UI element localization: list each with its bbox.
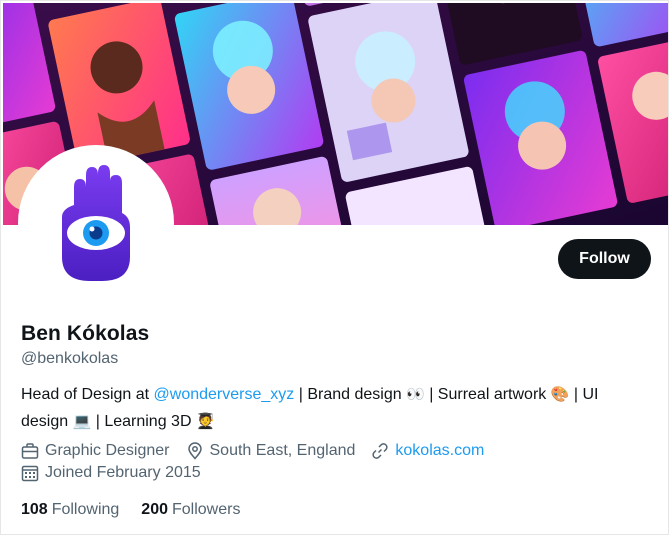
username-handle: @benkokolas (21, 350, 119, 367)
profile-meta-row: Graphic Designer South East, England kok… (21, 440, 500, 462)
bio-mention-link[interactable]: @wonderverse_xyz (154, 386, 295, 403)
hand-eye-logo-icon (62, 165, 130, 281)
joined-row: Joined February 2015 (21, 462, 217, 484)
bio-text: | Surreal artwork (424, 386, 551, 403)
follow-stats: 108 Following 200 Followers (21, 499, 262, 521)
followers-label: Followers (172, 501, 241, 518)
following-count: 108 (21, 501, 48, 518)
calendar-icon (21, 465, 39, 482)
location-text: South East, England (209, 442, 356, 459)
palette-emoji-icon: 🎨 (550, 385, 570, 403)
follow-button[interactable]: Follow (558, 239, 651, 279)
briefcase-icon (21, 443, 39, 459)
profession-text: Graphic Designer (45, 442, 170, 459)
following-stat-link[interactable]: 108 Following (21, 501, 119, 519)
laptop-emoji-icon: 💻 (72, 412, 92, 430)
followers-stat-link[interactable]: 200 Followers (141, 501, 240, 519)
student-emoji-icon: 🧑‍🎓 (195, 412, 215, 430)
profile-card: Follow Ben Kókolas @benkokolas Head of D… (0, 0, 669, 535)
avatar[interactable] (18, 145, 174, 301)
website-link[interactable]: kokolas.com (395, 442, 484, 460)
joined-item: Joined February 2015 (21, 464, 201, 482)
followers-count: 200 (141, 501, 168, 518)
location-pin-icon (187, 442, 202, 460)
profession-item: Graphic Designer (21, 442, 170, 460)
location-item: South East, England (186, 442, 356, 460)
link-icon (372, 443, 388, 459)
website-item: kokolas.com (371, 442, 484, 460)
eyes-emoji-icon: 👀 (406, 385, 425, 403)
display-name: Ben Kókolas (21, 322, 150, 345)
bio-text: | Learning 3D (91, 413, 196, 430)
bio-text: | Brand design (294, 386, 407, 403)
bio-text: Head of Design at (21, 386, 154, 403)
following-label: Following (51, 501, 120, 518)
joined-text: Joined February 2015 (45, 464, 201, 481)
profile-bio: Head of Design at @wonderverse_xyz | Bra… (21, 381, 646, 435)
